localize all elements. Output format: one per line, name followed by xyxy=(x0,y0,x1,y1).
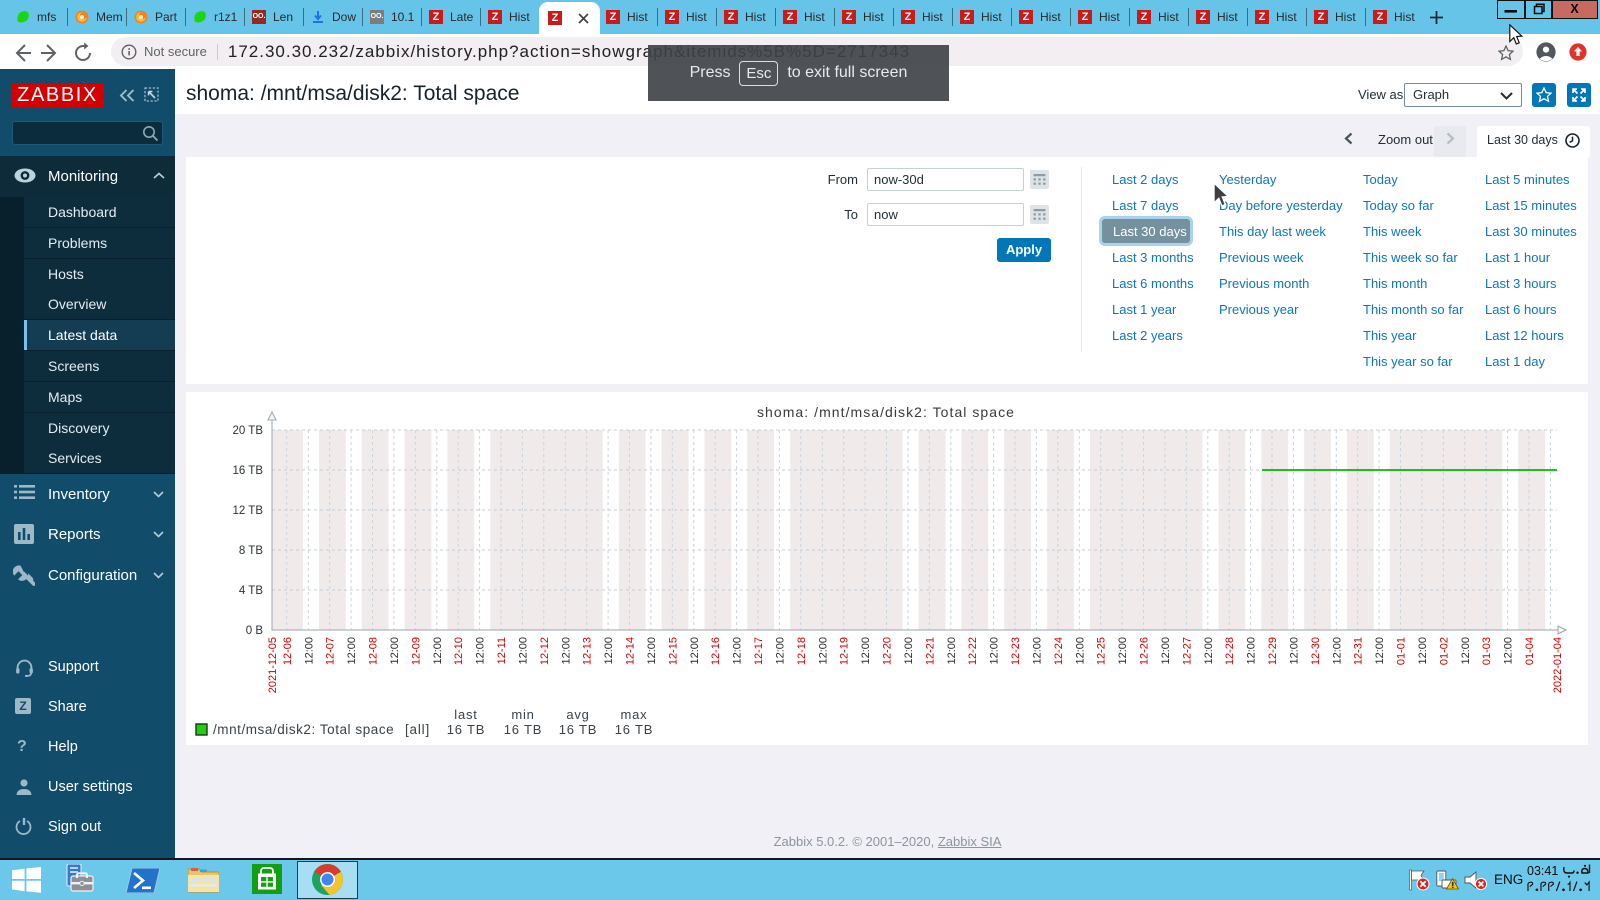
svg-text:12:00: 12:00 xyxy=(1374,637,1386,665)
svg-text:12-24: 12-24 xyxy=(1053,637,1065,665)
svg-text:12:00: 12:00 xyxy=(1503,637,1515,665)
svg-text:8 TB: 8 TB xyxy=(239,545,263,557)
svg-text:12-25: 12-25 xyxy=(1096,637,1108,665)
svg-text:01-04: 01-04 xyxy=(1524,637,1536,665)
svg-text:01-01: 01-01 xyxy=(1396,637,1408,665)
svg-text:12:00: 12:00 xyxy=(646,637,658,665)
svg-text:12:00: 12:00 xyxy=(1331,637,1343,665)
svg-text:12-08: 12-08 xyxy=(368,637,380,665)
svg-text:12-19: 12-19 xyxy=(839,637,851,665)
svg-text:max: max xyxy=(621,707,648,722)
svg-text:12:00: 12:00 xyxy=(1160,637,1172,665)
svg-text:12-09: 12-09 xyxy=(410,637,422,665)
svg-text:20 TB: 20 TB xyxy=(233,425,264,437)
svg-text:12:00: 12:00 xyxy=(346,637,358,665)
svg-text:16 TB: 16 TB xyxy=(615,722,653,737)
svg-text:12:00: 12:00 xyxy=(475,637,487,665)
svg-text:2021-12-05: 2021-12-05 xyxy=(267,637,279,693)
svg-text:12-27: 12-27 xyxy=(1181,637,1193,665)
svg-text:12-15: 12-15 xyxy=(667,637,679,665)
svg-text:12-10: 12-10 xyxy=(453,637,465,665)
svg-text:12-12: 12-12 xyxy=(539,637,551,665)
svg-text:12-18: 12-18 xyxy=(796,637,808,665)
svg-text:2022-01-04: 2022-01-04 xyxy=(1552,637,1564,693)
svg-text:12:00: 12:00 xyxy=(1288,637,1300,665)
svg-text:12-31: 12-31 xyxy=(1353,637,1365,665)
svg-text:12-11: 12-11 xyxy=(496,637,508,664)
svg-text:12-20: 12-20 xyxy=(882,637,894,665)
svg-text:/mnt/msa/disk2: Total space: /mnt/msa/disk2: Total space xyxy=(213,722,394,737)
svg-text:16 TB: 16 TB xyxy=(447,722,485,737)
svg-text:12:00: 12:00 xyxy=(989,637,1001,665)
svg-text:12:00: 12:00 xyxy=(774,637,786,665)
svg-text:12:00: 12:00 xyxy=(1031,637,1043,665)
svg-text:12:00: 12:00 xyxy=(1117,637,1129,665)
svg-text:01-03: 01-03 xyxy=(1481,637,1493,665)
svg-text:12-16: 12-16 xyxy=(710,637,722,665)
svg-text:12:00: 12:00 xyxy=(560,637,572,665)
svg-text:12-23: 12-23 xyxy=(1010,637,1022,665)
svg-text:12-07: 12-07 xyxy=(325,637,337,665)
svg-text:12-29: 12-29 xyxy=(1267,637,1279,665)
svg-text:12:00: 12:00 xyxy=(903,637,915,665)
svg-text:[all]: [all] xyxy=(405,722,430,737)
svg-text:12-22: 12-22 xyxy=(967,637,979,665)
svg-text:12:00: 12:00 xyxy=(389,637,401,665)
svg-text:min: min xyxy=(511,707,534,722)
svg-text:16 TB: 16 TB xyxy=(559,722,597,737)
svg-text:12:00: 12:00 xyxy=(1203,637,1215,665)
svg-text:12:00: 12:00 xyxy=(1074,637,1086,665)
svg-text:last: last xyxy=(454,707,477,722)
svg-text:12:00: 12:00 xyxy=(603,637,615,665)
svg-text:12-06: 12-06 xyxy=(282,637,294,665)
svg-text:12-21: 12-21 xyxy=(924,637,936,665)
svg-text:12-14: 12-14 xyxy=(625,637,637,665)
svg-text:12:00: 12:00 xyxy=(432,637,444,665)
svg-text:12:00: 12:00 xyxy=(946,637,958,665)
svg-text:12-28: 12-28 xyxy=(1224,637,1236,665)
svg-text:avg: avg xyxy=(566,707,589,722)
svg-text:12:00: 12:00 xyxy=(860,637,872,665)
svg-text:12-26: 12-26 xyxy=(1139,637,1151,665)
svg-text:0 B: 0 B xyxy=(246,625,264,637)
svg-text:16 TB: 16 TB xyxy=(233,465,264,477)
svg-text:4 TB: 4 TB xyxy=(239,585,263,597)
svg-text:12:00: 12:00 xyxy=(1417,637,1429,665)
svg-text:12:00: 12:00 xyxy=(303,637,315,665)
svg-text:12 TB: 12 TB xyxy=(233,505,264,517)
svg-text:12:00: 12:00 xyxy=(517,637,529,665)
svg-text:16 TB: 16 TB xyxy=(504,722,542,737)
svg-text:12-30: 12-30 xyxy=(1310,637,1322,665)
svg-text:12:00: 12:00 xyxy=(689,637,701,665)
svg-text:12:00: 12:00 xyxy=(1460,637,1472,665)
svg-text:12:00: 12:00 xyxy=(817,637,829,665)
svg-text:01-02: 01-02 xyxy=(1438,637,1450,665)
svg-text:12:00: 12:00 xyxy=(732,637,744,665)
svg-text:12:00: 12:00 xyxy=(1246,637,1258,665)
svg-text:shoma: /mnt/msa/disk2: Total s: shoma: /mnt/msa/disk2: Total space xyxy=(757,404,1015,420)
svg-text:12-17: 12-17 xyxy=(753,637,765,665)
svg-text:12-13: 12-13 xyxy=(582,637,594,665)
